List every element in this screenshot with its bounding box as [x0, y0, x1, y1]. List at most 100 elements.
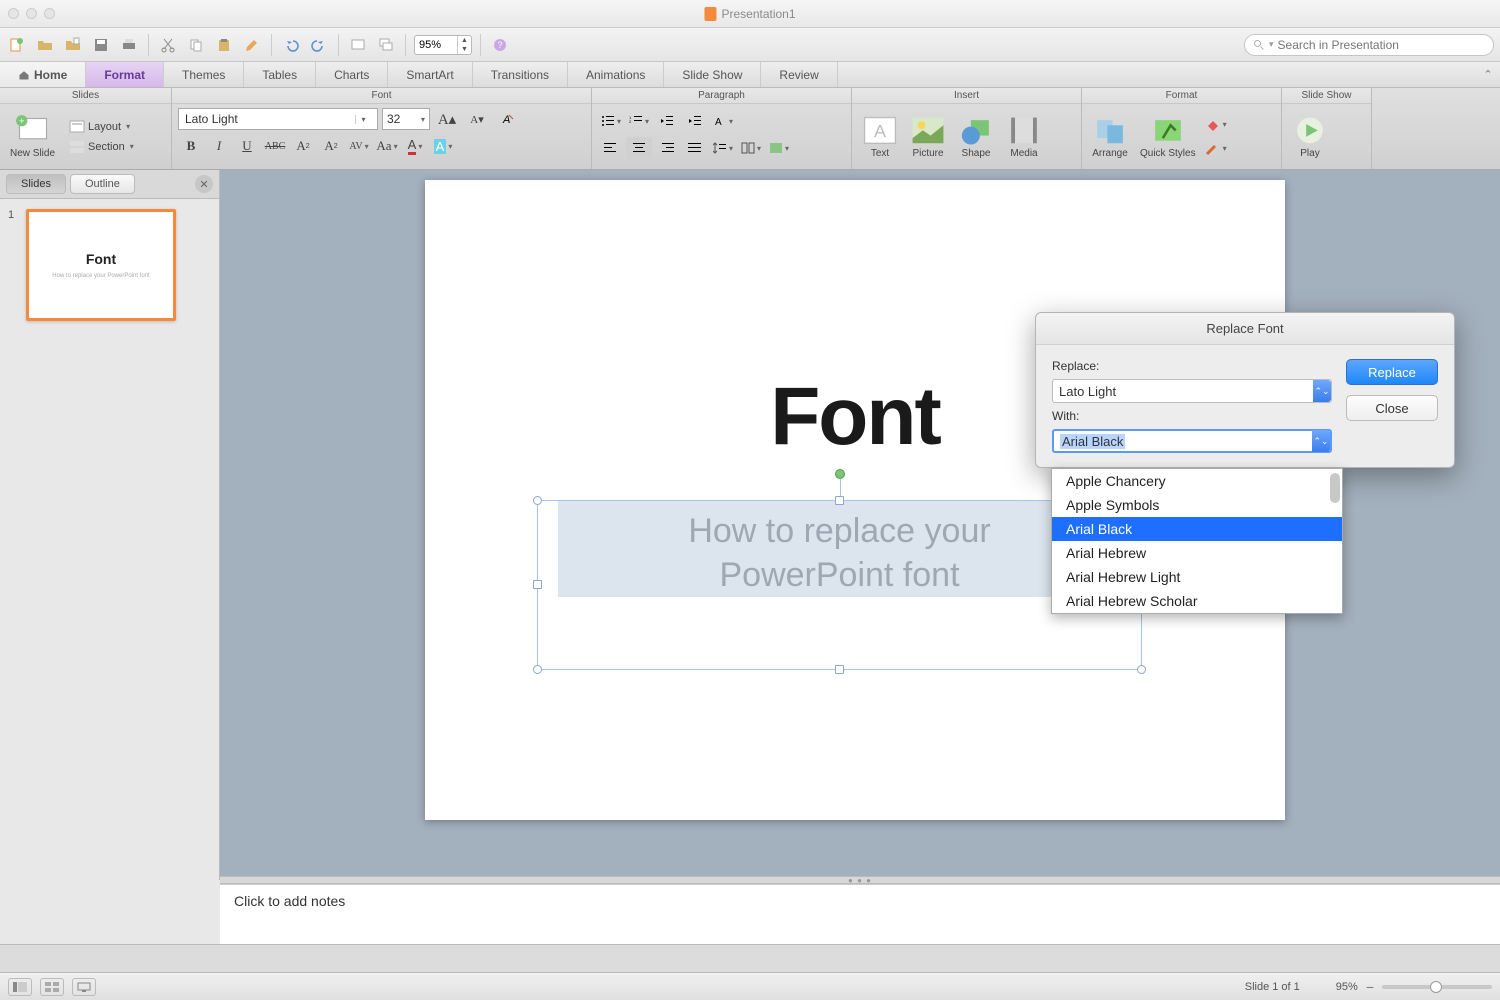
- shape-outline-button[interactable]: [1204, 138, 1228, 160]
- section-button[interactable]: Section: [63, 138, 140, 156]
- arrange-button[interactable]: Arrange: [1088, 114, 1132, 159]
- cut-icon[interactable]: [157, 34, 179, 56]
- zoom-stepper[interactable]: ▲▼: [457, 36, 471, 54]
- line-spacing-button[interactable]: [710, 137, 736, 159]
- font-name-select[interactable]: Lato Light▾: [178, 108, 378, 130]
- bullets-button[interactable]: [598, 110, 624, 132]
- sorter-view-icon[interactable]: [40, 978, 64, 996]
- tab-format[interactable]: Format: [86, 62, 164, 87]
- outline-tab[interactable]: Outline: [70, 174, 135, 194]
- scrollbar-thumb[interactable]: [1330, 473, 1340, 503]
- columns-button[interactable]: [738, 137, 764, 159]
- open-file-icon[interactable]: [34, 34, 56, 56]
- search-box[interactable]: ▾: [1244, 34, 1494, 56]
- dropdown-option[interactable]: Apple Chancery: [1052, 469, 1342, 493]
- redo-icon[interactable]: [308, 34, 330, 56]
- duplicate-slide-icon[interactable]: [375, 34, 397, 56]
- quick-styles-button[interactable]: Quick Styles: [1136, 114, 1200, 159]
- with-font-select[interactable]: Arial Black ⌃⌄: [1052, 429, 1332, 453]
- chevron-up-down-icon[interactable]: ⌃⌄: [1312, 430, 1330, 452]
- zoom-slider[interactable]: [1382, 985, 1492, 989]
- play-button[interactable]: Play: [1288, 114, 1332, 159]
- dropdown-option[interactable]: Arial Hebrew Light: [1052, 565, 1342, 589]
- shape-fill-button[interactable]: [1204, 114, 1228, 136]
- superscript-button[interactable]: A2: [290, 135, 316, 157]
- open-recent-icon[interactable]: [62, 34, 84, 56]
- help-icon[interactable]: ?: [489, 34, 511, 56]
- tab-themes[interactable]: Themes: [164, 62, 244, 87]
- subtitle-content[interactable]: How to replace yourPowerPoint font: [558, 501, 1121, 597]
- undo-icon[interactable]: [280, 34, 302, 56]
- tab-tables[interactable]: Tables: [244, 62, 316, 87]
- layout-button[interactable]: Layout: [63, 118, 140, 136]
- resize-handle[interactable]: [533, 496, 542, 505]
- slides-tab[interactable]: Slides: [6, 174, 66, 194]
- tab-home[interactable]: Home: [0, 62, 86, 87]
- zoom-field[interactable]: ▲▼: [414, 35, 472, 55]
- ribbon-collapse-icon[interactable]: ⌃: [1476, 62, 1500, 87]
- close-button[interactable]: Close: [1346, 395, 1438, 421]
- copy-icon[interactable]: [185, 34, 207, 56]
- replace-button[interactable]: Replace: [1346, 359, 1438, 385]
- numbering-button[interactable]: 12: [626, 110, 652, 132]
- format-painter-icon[interactable]: [241, 34, 263, 56]
- presenter-view-icon[interactable]: [72, 978, 96, 996]
- char-spacing-button[interactable]: AV: [346, 135, 372, 157]
- underline-button[interactable]: U: [234, 135, 260, 157]
- new-slide-button[interactable]: + New Slide: [6, 114, 59, 159]
- close-panel-icon[interactable]: ✕: [195, 175, 213, 193]
- smartart-convert-button[interactable]: [766, 137, 792, 159]
- minimize-window-icon[interactable]: [26, 8, 37, 19]
- tab-review[interactable]: Review: [761, 62, 837, 87]
- clear-format-icon[interactable]: A: [494, 108, 520, 130]
- paste-icon[interactable]: [213, 34, 235, 56]
- resize-handle[interactable]: [533, 580, 542, 589]
- insert-slide-icon[interactable]: [347, 34, 369, 56]
- font-color-button[interactable]: A: [402, 135, 428, 157]
- resize-handle[interactable]: [835, 665, 844, 674]
- tab-transitions[interactable]: Transitions: [473, 62, 568, 87]
- tab-charts[interactable]: Charts: [316, 62, 388, 87]
- highlight-button[interactable]: A: [430, 135, 456, 157]
- decrease-indent-button[interactable]: [654, 110, 680, 132]
- notes-resizer[interactable]: ● ● ●: [220, 876, 1500, 884]
- align-right-button[interactable]: [654, 137, 680, 159]
- tab-animations[interactable]: Animations: [568, 62, 664, 87]
- tab-smartart[interactable]: SmartArt: [388, 62, 472, 87]
- change-case-button[interactable]: Aa: [374, 135, 400, 157]
- justify-button[interactable]: [682, 137, 708, 159]
- normal-view-icon[interactable]: [8, 978, 32, 996]
- resize-handle[interactable]: [533, 665, 542, 674]
- insert-shape-button[interactable]: Shape: [954, 114, 998, 159]
- resize-handle[interactable]: [835, 496, 844, 505]
- slide-thumbnail[interactable]: Font How to replace your PowerPoint font: [26, 209, 176, 321]
- dropdown-option[interactable]: Arial Black: [1052, 517, 1342, 541]
- chevron-up-down-icon[interactable]: ⌃⌄: [1313, 380, 1331, 402]
- align-center-button[interactable]: [626, 137, 652, 159]
- insert-media-button[interactable]: Media: [1002, 114, 1046, 159]
- dropdown-option[interactable]: Arial Hebrew Scholar: [1052, 589, 1342, 613]
- tab-slideshow[interactable]: Slide Show: [664, 62, 761, 87]
- shrink-font-icon[interactable]: A▾: [464, 108, 490, 130]
- bold-button[interactable]: B: [178, 135, 204, 157]
- text-direction-button[interactable]: A: [710, 110, 736, 132]
- insert-text-button[interactable]: AText: [858, 114, 902, 159]
- zoom-slider-knob[interactable]: [1430, 981, 1442, 993]
- dropdown-option[interactable]: Apple Symbols: [1052, 493, 1342, 517]
- print-icon[interactable]: [118, 34, 140, 56]
- insert-picture-button[interactable]: Picture: [906, 114, 950, 159]
- resize-handle[interactable]: [1137, 665, 1146, 674]
- close-window-icon[interactable]: [8, 8, 19, 19]
- dropdown-option[interactable]: Arial Hebrew: [1052, 541, 1342, 565]
- replace-font-select[interactable]: Lato Light ⌃⌄: [1052, 379, 1332, 403]
- notes-pane[interactable]: Click to add notes: [220, 884, 1500, 944]
- rotate-handle[interactable]: [835, 469, 845, 479]
- align-left-button[interactable]: [598, 137, 624, 159]
- search-input[interactable]: [1278, 38, 1485, 52]
- zoom-input[interactable]: [415, 39, 457, 51]
- subscript-button[interactable]: A2: [318, 135, 344, 157]
- new-file-icon[interactable]: [6, 34, 28, 56]
- zoom-window-icon[interactable]: [44, 8, 55, 19]
- italic-button[interactable]: I: [206, 135, 232, 157]
- font-size-select[interactable]: 32▾: [382, 108, 430, 130]
